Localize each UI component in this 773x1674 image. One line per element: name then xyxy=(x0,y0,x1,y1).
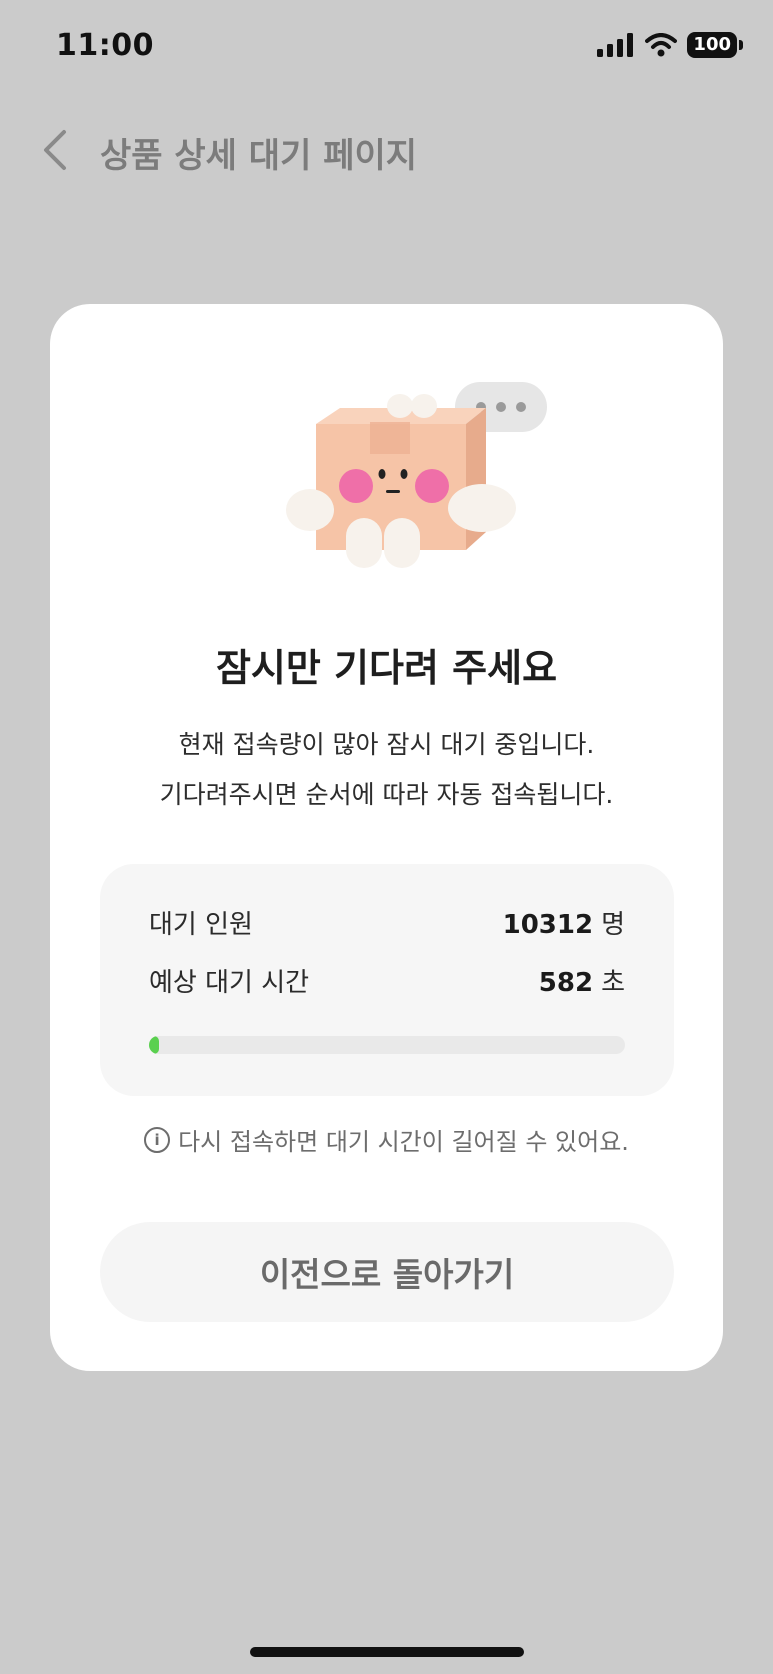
go-back-button[interactable]: 이전으로 돌아가기 xyxy=(100,1222,674,1322)
status-icons: 100 xyxy=(597,32,743,58)
waiting-modal: 잠시만 기다려 주세요 현재 접속량이 많아 잠시 대기 중입니다. 기다려주시… xyxy=(50,304,723,1371)
box-character-illustration xyxy=(286,382,547,568)
modal-description: 현재 접속량이 많아 잠시 대기 중입니다. 기다려주시면 순서에 따라 자동 … xyxy=(50,720,723,820)
queue-people-value-group: 10312 명 xyxy=(503,904,625,941)
chevron-left-icon xyxy=(44,130,66,170)
page-title: 상품 상세 대기 페이지 xyxy=(100,136,418,176)
queue-progress-bar xyxy=(149,1036,625,1054)
queue-progress-fill xyxy=(149,1036,159,1054)
queue-info-box: 대기 인원 10312 명 예상 대기 시간 582 초 xyxy=(100,864,674,1096)
cellular-signal-icon xyxy=(597,33,634,57)
modal-title: 잠시만 기다려 주세요 xyxy=(215,646,558,690)
description-line-1: 현재 접속량이 많아 잠시 대기 중입니다. xyxy=(178,730,595,759)
info-circle-icon: i xyxy=(144,1126,171,1153)
status-time: 11:00 xyxy=(56,28,154,63)
status-bar: 11:00 100 xyxy=(0,0,773,96)
battery-icon: 100 xyxy=(687,32,743,58)
wifi-icon xyxy=(645,33,678,57)
battery-tip xyxy=(739,40,743,50)
reconnect-notice: i 다시 접속하면 대기 시간이 길어질 수 있어요. xyxy=(50,1122,723,1157)
queue-people-unit: 명 xyxy=(601,910,625,940)
queue-people-value: 10312 xyxy=(502,910,594,940)
queue-time-value: 582 xyxy=(538,968,594,998)
queue-people-row: 대기 인원 10312 명 xyxy=(149,904,625,941)
description-line-2: 기다려주시면 순서에 따라 자동 접속됩니다. xyxy=(159,780,614,809)
queue-time-row: 예상 대기 시간 582 초 xyxy=(149,962,625,999)
queue-time-value-group: 582 초 xyxy=(539,962,625,999)
notice-text: 다시 접속하면 대기 시간이 길어질 수 있어요. xyxy=(178,1128,629,1156)
navigation-bar: 상품 상세 대기 페이지 xyxy=(0,110,773,190)
queue-time-unit: 초 xyxy=(601,968,625,998)
queue-people-label: 대기 인원 xyxy=(149,910,253,940)
queue-time-label: 예상 대기 시간 xyxy=(149,968,310,998)
back-button[interactable] xyxy=(34,124,78,174)
battery-level: 100 xyxy=(687,32,737,58)
home-indicator xyxy=(250,1647,524,1657)
